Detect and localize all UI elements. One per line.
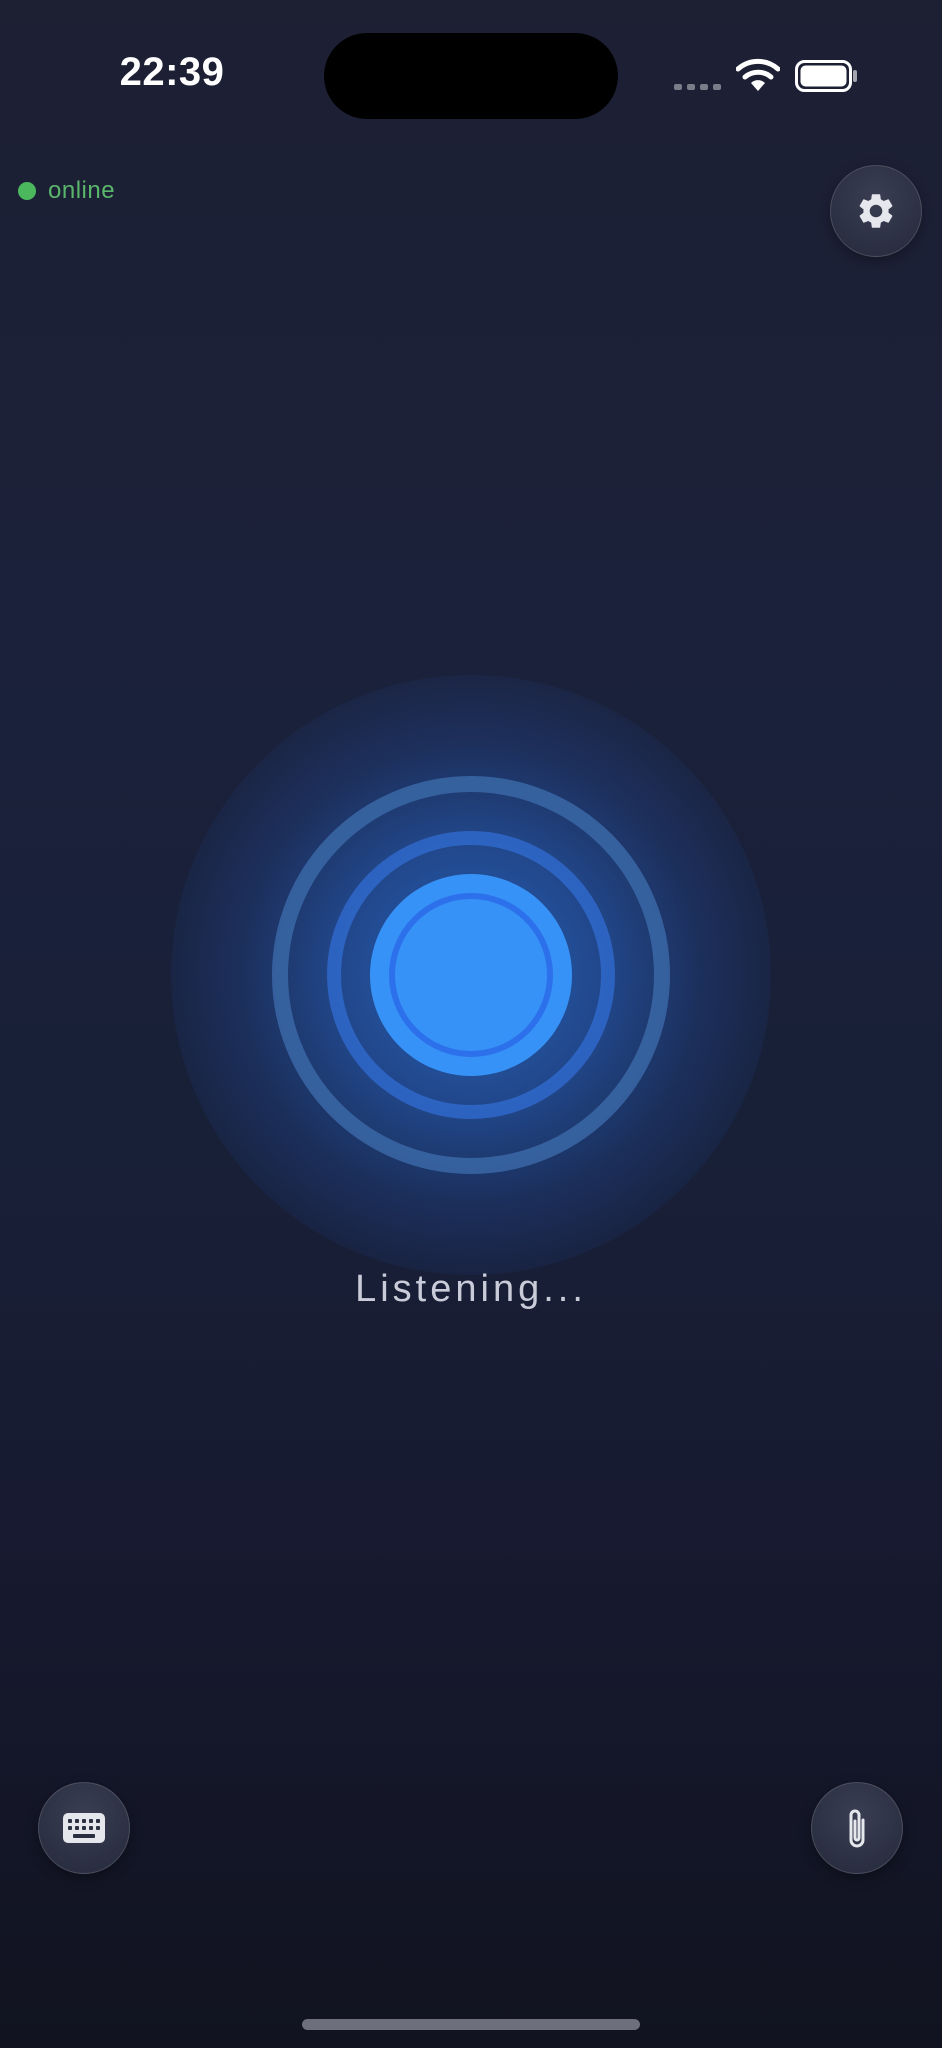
dynamic-island	[324, 33, 618, 119]
settings-button[interactable]	[830, 165, 922, 257]
wifi-icon	[736, 58, 780, 91]
home-indicator	[302, 2019, 640, 2030]
voice-orb[interactable]	[271, 775, 671, 1175]
attach-button[interactable]	[811, 1782, 903, 1874]
gear-icon	[859, 194, 893, 228]
paperclip-icon	[849, 1809, 865, 1848]
connection-status: online	[18, 176, 115, 206]
mic-orb-core	[370, 874, 572, 1076]
status-time: 22:39	[119, 50, 225, 94]
keyboard-button[interactable]	[38, 1782, 130, 1874]
keyboard-icon	[63, 1813, 105, 1843]
online-status-label: online	[48, 177, 116, 204]
battery-icon	[795, 60, 857, 92]
cellular-signal-icon	[674, 84, 721, 90]
online-status-dot	[18, 182, 36, 200]
listening-status-label: Listening...	[355, 1268, 587, 1310]
voice-assistant-screen: 22:39 online Listening...	[0, 0, 942, 2048]
